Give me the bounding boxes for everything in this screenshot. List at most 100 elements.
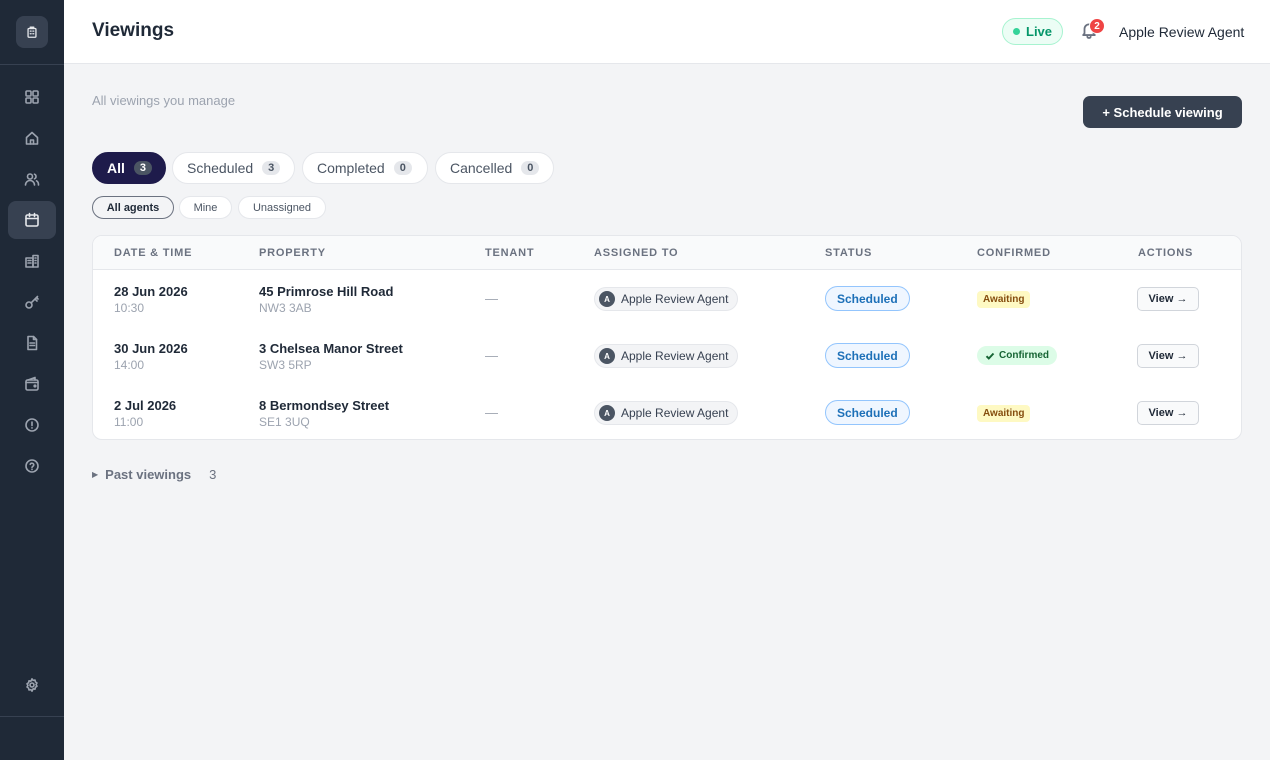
viewings-table: DATE & TIME PROPERTY TENANT ASSIGNED TO … — [92, 235, 1242, 440]
live-label: Live — [1026, 24, 1053, 39]
tab-label: Scheduled — [187, 160, 254, 176]
sidebar-item-home[interactable] — [8, 119, 56, 157]
status-badge: Scheduled — [825, 343, 910, 368]
column-header-property: PROPERTY — [259, 247, 326, 259]
tab-count-badge: 0 — [393, 161, 412, 175]
table-row[interactable]: 28 Jun 2026 10:30 45 Primrose Hill Road … — [93, 270, 1241, 327]
table-row[interactable]: 2 Jul 2026 11:00 8 Bermondsey Street SE1… — [93, 384, 1241, 439]
sidebar-item-users[interactable] — [8, 160, 56, 198]
view-button[interactable]: View → — [1137, 401, 1199, 425]
view-button[interactable]: View → — [1137, 287, 1199, 311]
tenant-empty: — — [485, 348, 498, 363]
filter-unassigned[interactable]: Unassigned — [238, 196, 326, 219]
column-header-date: DATE & TIME — [114, 247, 193, 259]
tab-label: Cancelled — [450, 160, 513, 176]
confirmation-badge: Confirmed — [977, 346, 1057, 365]
key-icon — [25, 295, 39, 309]
past-viewings-label: Past viewings — [105, 467, 192, 482]
help-icon — [25, 459, 39, 473]
live-status-badge: Live — [1002, 18, 1064, 45]
tab-count-badge: 3 — [262, 161, 281, 175]
agent-name: Apple Review Agent — [621, 406, 729, 420]
sidebar-item-dashboard[interactable] — [8, 78, 56, 116]
avatar: A — [599, 348, 615, 364]
viewing-date: 30 Jun 2026 — [114, 341, 188, 356]
sidebar-item-issues[interactable] — [8, 406, 56, 444]
confirmation-badge: Awaiting — [977, 405, 1031, 422]
viewing-time: 14:00 — [114, 358, 145, 372]
column-header-confirmed: CONFIRMED — [977, 247, 1051, 259]
schedule-viewing-button[interactable]: + Schedule viewing — [1083, 96, 1242, 128]
notification-count-badge: 2 — [1089, 18, 1105, 34]
avatar: A — [599, 291, 615, 307]
home-icon — [25, 131, 39, 145]
agent-name: Apple Review Agent — [621, 349, 729, 363]
filter-all-agents[interactable]: All agents — [92, 196, 174, 219]
property-address: 3 Chelsea Manor Street — [259, 341, 403, 356]
property-address: 8 Bermondsey Street — [259, 398, 390, 413]
table-header: DATE & TIME PROPERTY TENANT ASSIGNED TO … — [93, 236, 1241, 270]
sidebar-item-keys[interactable] — [8, 283, 56, 321]
tab-label: Completed — [317, 160, 385, 176]
viewing-date: 2 Jul 2026 — [114, 398, 177, 413]
user-menu[interactable]: Apple Review Agent — [1119, 24, 1244, 40]
tab-all[interactable]: All 3 — [92, 152, 166, 184]
avatar: A — [599, 405, 615, 421]
sidebar-divider — [0, 64, 64, 65]
top-header: Viewings Live 2 Apple Review Agent — [64, 0, 1270, 64]
alert-icon — [25, 418, 39, 432]
property-postcode: SE1 3UQ — [259, 415, 310, 429]
agent-name: Apple Review Agent — [621, 292, 729, 306]
sidebar-item-help[interactable] — [8, 447, 56, 485]
tenant-empty: — — [485, 405, 498, 420]
tab-scheduled[interactable]: Scheduled 3 — [172, 152, 295, 184]
document-icon — [27, 335, 38, 351]
view-button[interactable]: View → — [1137, 344, 1199, 368]
viewing-time: 11:00 — [114, 415, 144, 429]
sidebar-item-payments[interactable] — [8, 365, 56, 403]
sidebar-divider — [0, 716, 64, 717]
property-postcode: NW3 3AB — [259, 301, 312, 315]
filter-mine[interactable]: Mine — [179, 196, 232, 219]
tab-count-badge: 3 — [133, 161, 153, 175]
tab-label: All — [107, 160, 125, 176]
column-header-actions: ACTIONS — [1138, 247, 1194, 259]
caret-right-icon: ▶ — [92, 470, 99, 479]
confirmation-badge: Awaiting — [977, 291, 1031, 308]
tab-cancelled[interactable]: Cancelled 0 — [435, 152, 554, 184]
tab-count-badge: 0 — [521, 161, 540, 175]
property-postcode: SW3 5RP — [259, 358, 312, 372]
table-row[interactable]: 30 Jun 2026 14:00 3 Chelsea Manor Street… — [93, 327, 1241, 384]
sidebar-item-properties[interactable] — [8, 242, 56, 280]
past-viewings-count: 3 — [209, 467, 217, 482]
page-subtitle: All viewings you manage — [92, 93, 236, 108]
buildings-icon — [25, 254, 39, 268]
past-viewings-toggle[interactable]: ▶ Past viewings 3 — [92, 467, 216, 482]
building-icon — [27, 26, 37, 38]
assigned-agent-pill: A Apple Review Agent — [594, 287, 739, 311]
confirmation-label: Confirmed — [999, 350, 1049, 361]
viewing-date: 28 Jun 2026 — [114, 284, 188, 299]
calendar-icon — [25, 212, 39, 227]
wallet-icon — [25, 376, 39, 391]
column-header-assigned: ASSIGNED TO — [594, 247, 679, 259]
assigned-agent-pill: A Apple Review Agent — [594, 401, 739, 425]
page-title: Viewings — [92, 20, 175, 41]
tab-completed[interactable]: Completed 0 — [302, 152, 428, 184]
tenant-empty: — — [485, 291, 498, 306]
live-dot-icon — [1013, 28, 1020, 35]
column-header-tenant: TENANT — [485, 247, 535, 259]
check-icon — [985, 352, 995, 360]
app-logo[interactable] — [16, 16, 48, 48]
status-badge: Scheduled — [825, 286, 910, 311]
property-address: 45 Primrose Hill Road — [259, 284, 394, 299]
assigned-agent-pill: A Apple Review Agent — [594, 344, 739, 368]
status-badge: Scheduled — [825, 400, 910, 425]
sidebar — [0, 0, 64, 760]
users-icon — [24, 173, 40, 186]
column-header-status: STATUS — [825, 247, 873, 259]
sidebar-item-viewings[interactable] — [8, 201, 56, 239]
sidebar-item-settings[interactable] — [8, 666, 56, 704]
viewing-time: 10:30 — [114, 301, 145, 315]
sidebar-item-documents[interactable] — [8, 324, 56, 362]
